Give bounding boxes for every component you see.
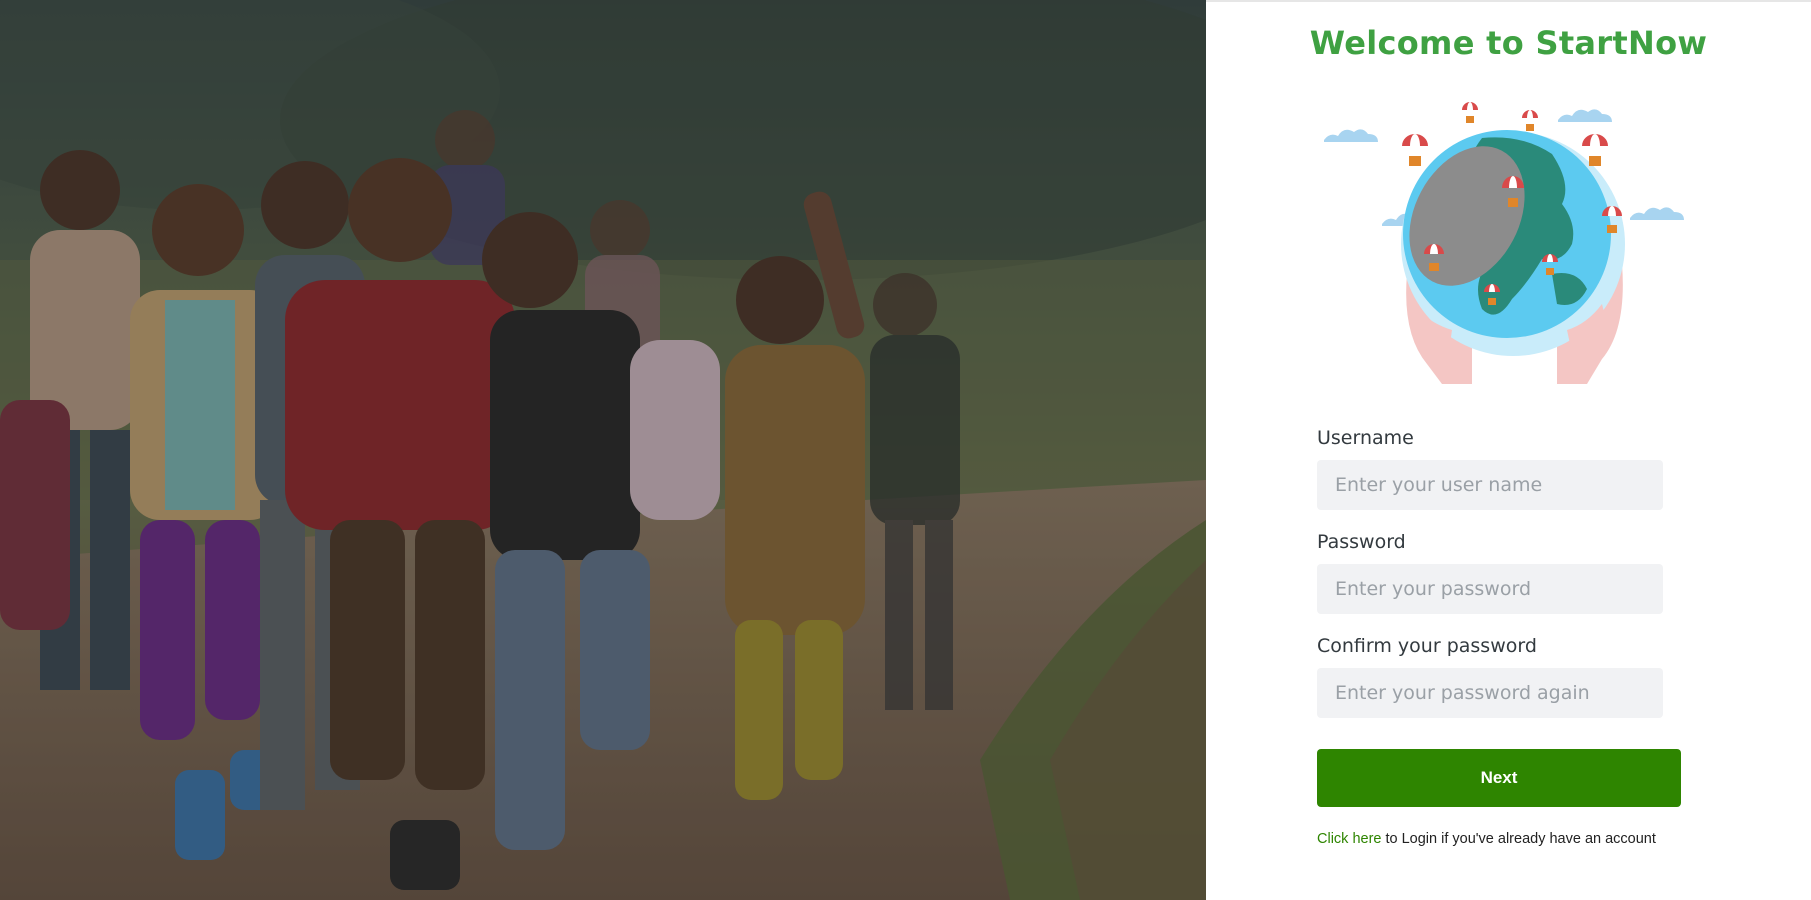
confirm-password-label: Confirm your password (1317, 635, 1537, 657)
hero-overlay (0, 0, 1206, 900)
password-label: Password (1317, 531, 1406, 553)
page-title: Welcome to StartNow (1309, 24, 1708, 62)
signup-page: Welcome to StartNow Username Enter your … (0, 0, 1811, 900)
login-note-text: to Login if you've already have an accou… (1381, 831, 1656, 847)
signup-panel: Welcome to StartNow Username Enter your … (1206, 0, 1811, 900)
hero-photo (0, 0, 1206, 900)
next-button[interactable]: Next (1317, 749, 1681, 807)
globe-illustration-icon (1324, 102, 1684, 384)
login-note: Click here to Login if you've already ha… (1317, 831, 1656, 847)
username-label: Username (1317, 427, 1414, 449)
password-input[interactable] (1317, 564, 1663, 614)
globe-hands-parachutes-illustration (1322, 94, 1712, 394)
login-link[interactable]: Click here (1317, 831, 1381, 847)
username-input[interactable] (1317, 460, 1663, 510)
confirm-password-input[interactable] (1317, 668, 1663, 718)
